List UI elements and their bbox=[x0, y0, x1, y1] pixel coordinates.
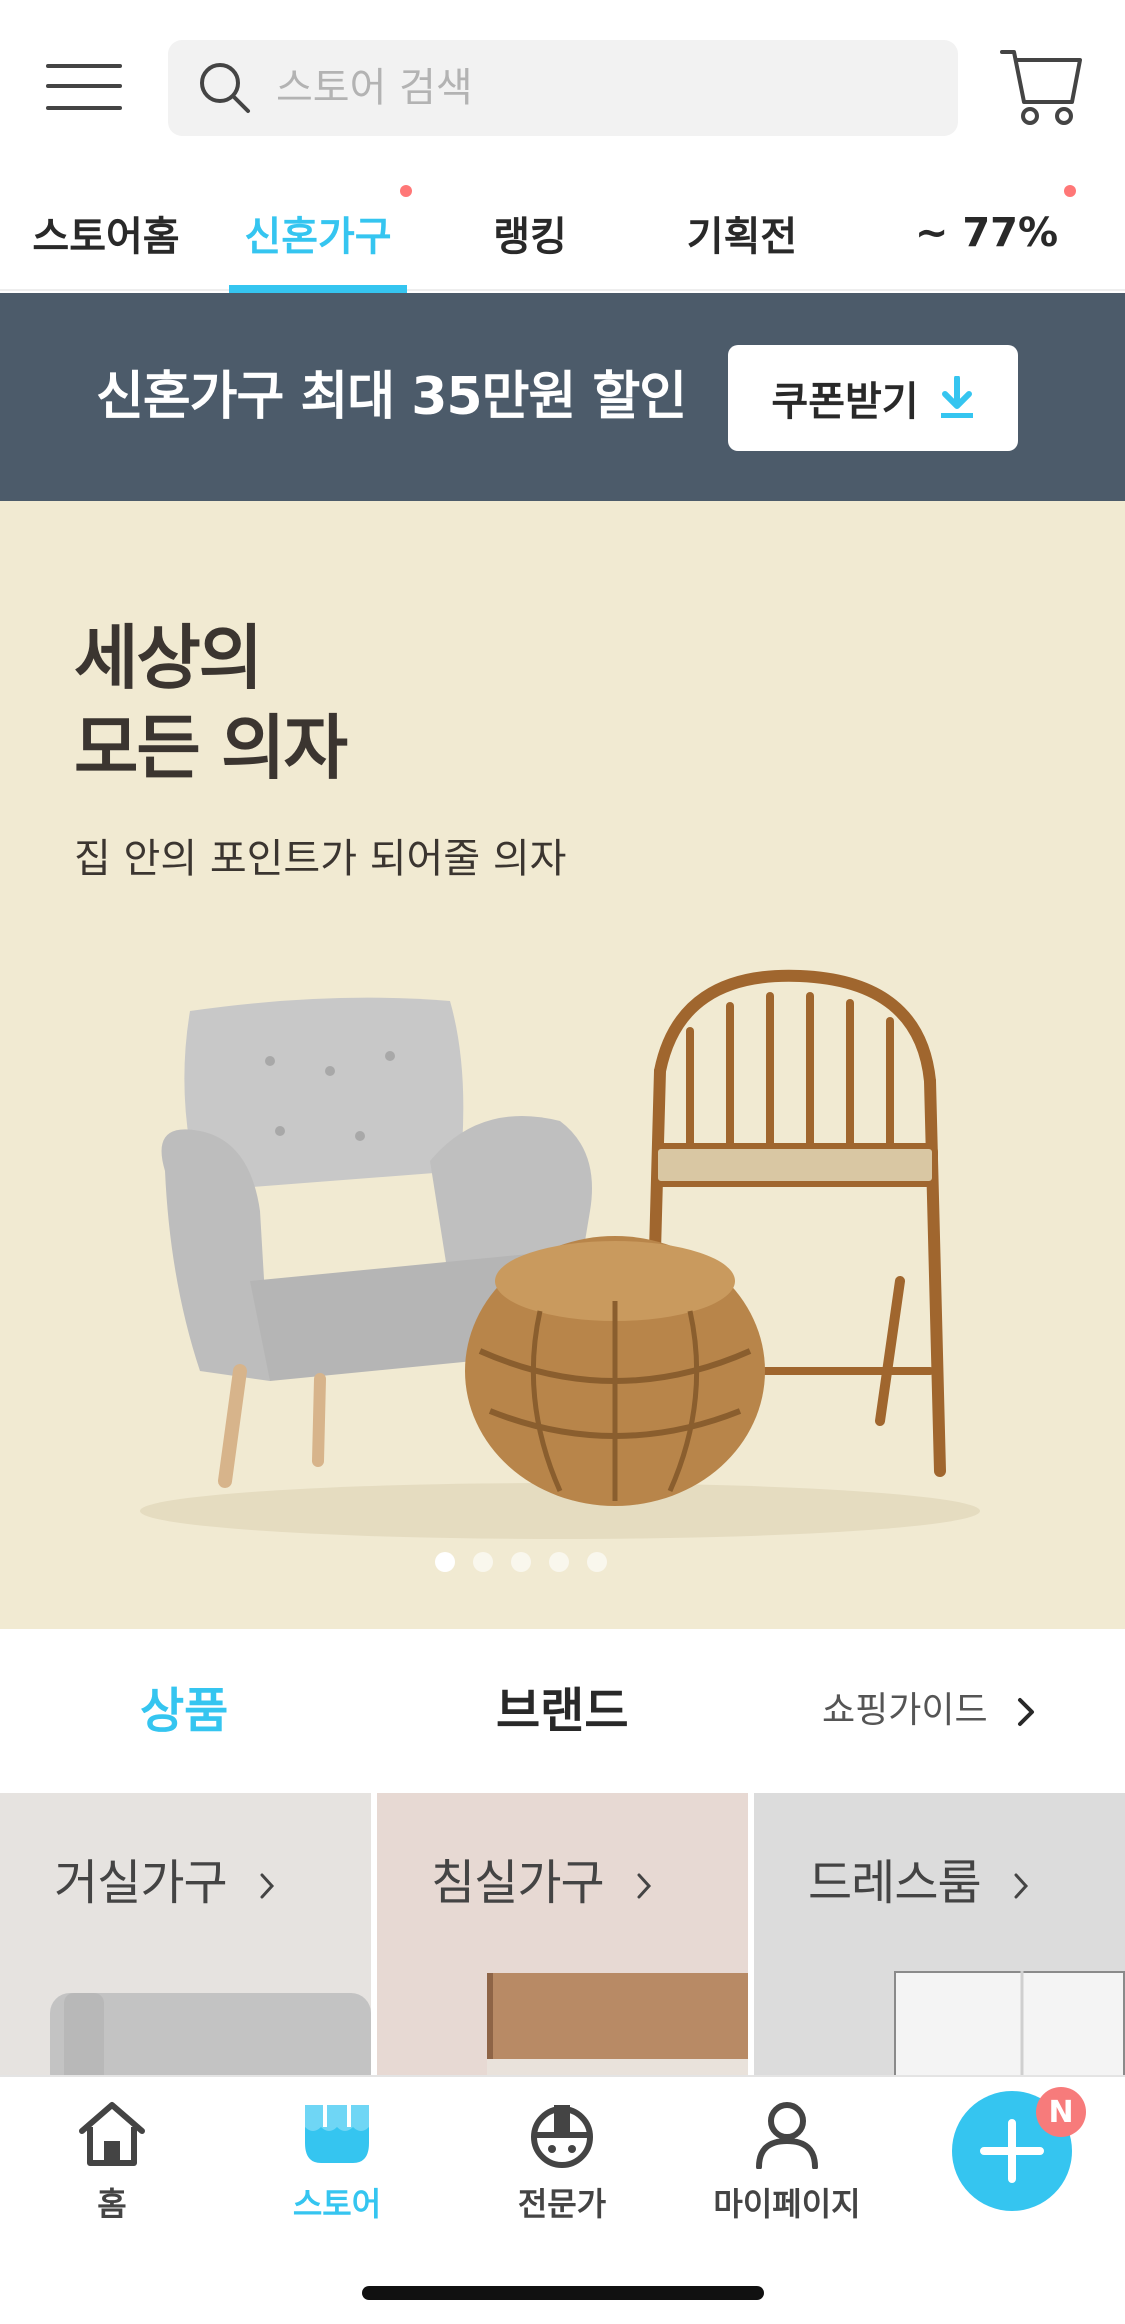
category-dressroom[interactable]: 드레스룸 bbox=[754, 1793, 1125, 2075]
chair-seat bbox=[652, 1143, 938, 1187]
tab-newlywed-furniture[interactable]: 신혼가구 bbox=[212, 175, 424, 291]
section-tabs: 상품 브랜드 쇼핑가이드 bbox=[0, 1629, 1125, 1793]
hero-subtitle: 집 안의 포인트가 되어줄 의자 bbox=[74, 836, 567, 882]
new-badge: N bbox=[1036, 2087, 1086, 2137]
chevron-right-icon bbox=[637, 1873, 651, 1899]
sofa-image bbox=[50, 1993, 371, 2075]
bed-image bbox=[487, 1973, 748, 2075]
shopping-guide-label: 쇼핑가이드 bbox=[822, 1690, 988, 1731]
category-label-text: 드레스룸 bbox=[808, 1855, 982, 1911]
nav-home[interactable]: 홈 bbox=[27, 2099, 197, 2225]
tab-label: ~ 77% bbox=[914, 210, 1059, 256]
pager-dot-active[interactable] bbox=[434, 1552, 455, 1572]
home-indicator bbox=[362, 2286, 764, 2300]
tab-sale[interactable]: ~ 77% bbox=[848, 175, 1125, 291]
chairs-image bbox=[140, 969, 980, 1539]
category-label-text: 침실가구 bbox=[431, 1855, 605, 1911]
coupon-banner: 신혼가구 최대 35만원 할인 쿠폰받기 bbox=[0, 293, 1125, 501]
hero-banner[interactable]: 세상의 모든 의자 집 안의 포인트가 되어줄 의자 bbox=[0, 501, 1125, 1629]
tab-label: 기획전 bbox=[686, 214, 798, 260]
search-bar[interactable] bbox=[168, 40, 958, 136]
cart-icon[interactable] bbox=[1000, 46, 1082, 128]
tab-store-home[interactable]: 스토어홈 bbox=[0, 175, 212, 291]
category-living-room[interactable]: 거실가구 bbox=[0, 1793, 371, 2075]
category-label: 거실가구 bbox=[54, 1843, 275, 1913]
category-label-text: 거실가구 bbox=[54, 1855, 228, 1911]
tab-label: 랭킹 bbox=[493, 214, 567, 260]
tab-products[interactable]: 상품 bbox=[140, 1629, 228, 1793]
category-label: 침실가구 bbox=[431, 1843, 652, 1913]
chevron-right-icon bbox=[1014, 1873, 1028, 1899]
chevron-right-icon bbox=[260, 1873, 274, 1899]
tab-label: 신혼가구 bbox=[244, 214, 392, 260]
tab-brand[interactable]: 브랜드 bbox=[496, 1629, 628, 1793]
pouf-illustration bbox=[465, 1236, 765, 1506]
nav-mypage[interactable]: 마이페이지 bbox=[702, 2099, 872, 2225]
pager-dot[interactable] bbox=[586, 1552, 607, 1572]
nav-label: 스토어 bbox=[292, 2185, 382, 2223]
plus-icon bbox=[980, 2119, 1044, 2183]
coupon-button-label: 쿠폰받기 bbox=[771, 379, 919, 425]
coupon-text: 신혼가구 최대 35만원 할인 bbox=[96, 367, 687, 427]
tab-ranking[interactable]: 랭킹 bbox=[424, 175, 636, 291]
hero-title: 세상의 모든 의자 bbox=[74, 617, 348, 789]
new-dot bbox=[400, 185, 412, 197]
pager-dot[interactable] bbox=[472, 1552, 493, 1572]
search-icon bbox=[200, 63, 250, 113]
shopping-guide-link[interactable]: 쇼핑가이드 bbox=[822, 1629, 1035, 1793]
store-tabs: 스토어홈 신혼가구 랭킹 기획전 ~ 77% bbox=[0, 175, 1125, 291]
nav-store[interactable]: 스토어 bbox=[252, 2099, 422, 2225]
tab-exhibition[interactable]: 기획전 bbox=[636, 175, 848, 291]
search-input[interactable] bbox=[276, 65, 956, 111]
tab-label: 스토어홈 bbox=[32, 214, 180, 260]
category-label: 드레스룸 bbox=[808, 1843, 1029, 1913]
person-icon bbox=[756, 2102, 818, 2169]
pager-dot[interactable] bbox=[548, 1552, 569, 1572]
app-header bbox=[0, 0, 1125, 175]
home-icon bbox=[79, 2102, 145, 2166]
store-icon bbox=[305, 2105, 369, 2163]
carousel-pager bbox=[0, 1552, 1083, 1572]
chevron-right-icon bbox=[1018, 1698, 1035, 1726]
wardrobe-image bbox=[894, 1971, 1125, 2075]
nav-label: 마이페이지 bbox=[713, 2185, 861, 2223]
hardhat-icon bbox=[531, 2105, 593, 2168]
menu-icon[interactable] bbox=[46, 62, 122, 112]
pager-dot[interactable] bbox=[510, 1552, 531, 1572]
nav-expert[interactable]: 전문가 bbox=[477, 2099, 647, 2225]
download-icon bbox=[940, 376, 973, 418]
category-tiles: 거실가구 침실가구 드레스룸 bbox=[0, 1793, 1125, 2075]
get-coupon-button[interactable]: 쿠폰받기 bbox=[728, 345, 1018, 451]
nav-label: 홈 bbox=[97, 2185, 127, 2223]
category-bedroom[interactable]: 침실가구 bbox=[377, 1793, 748, 2075]
new-dot bbox=[1064, 185, 1076, 197]
nav-label: 전문가 bbox=[517, 2185, 607, 2223]
